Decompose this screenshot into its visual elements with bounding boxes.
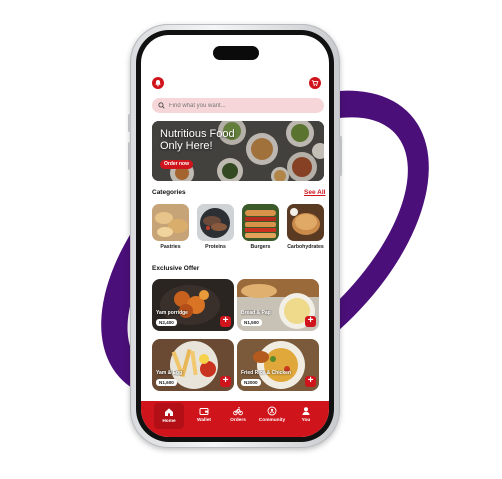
- add-to-cart-button[interactable]: +: [305, 376, 316, 387]
- category-proteins[interactable]: Proteins: [197, 204, 234, 250]
- add-to-cart-button[interactable]: +: [220, 316, 231, 327]
- order-now-button[interactable]: Order now: [160, 160, 194, 169]
- nav-label: You: [301, 418, 311, 423]
- add-to-cart-button[interactable]: +: [305, 316, 316, 327]
- category-label: Proteins: [205, 244, 226, 250]
- app-screen: Nutritious Food Only Here! Order now Cat…: [141, 35, 329, 437]
- category-label: Burgers: [250, 244, 271, 250]
- add-to-cart-button[interactable]: +: [220, 376, 231, 387]
- offer-name: Fried Rice & Chicken: [241, 370, 292, 376]
- offer-price: N1,500: [241, 319, 262, 326]
- home-icon: [165, 408, 173, 416]
- user-icon: [302, 407, 310, 415]
- offer-price: N2000: [241, 379, 261, 386]
- search-bar[interactable]: [152, 98, 324, 113]
- offer-card[interactable]: Yam porridge N2,400 +: [152, 279, 234, 331]
- pastries-image: [152, 204, 189, 241]
- dynamic-island: [213, 46, 259, 60]
- wallet-icon: [199, 408, 209, 415]
- cart-button[interactable]: [309, 77, 321, 89]
- offer-card[interactable]: Bread & Pap N1,500 +: [237, 279, 319, 331]
- carbohydrates-image: [287, 204, 324, 241]
- bottom-nav: Home Wallet Orders Community You: [141, 401, 329, 437]
- category-pastries[interactable]: Pastries: [152, 204, 189, 250]
- burgers-image: [242, 204, 279, 241]
- exclusive-offer-title: Exclusive Offer: [152, 265, 200, 272]
- categories-title: Categories: [152, 189, 186, 196]
- banner-title: Nutritious Food Only Here!: [160, 128, 235, 152]
- nav-community[interactable]: Community: [257, 401, 287, 431]
- category-burgers[interactable]: Burgers: [242, 204, 279, 250]
- nav-label: Home: [162, 419, 176, 424]
- phone-frame: Nutritious Food Only Here! Order now Cat…: [128, 24, 342, 448]
- community-icon: [267, 406, 277, 416]
- see-all-link[interactable]: See All: [304, 189, 325, 196]
- search-input[interactable]: [165, 99, 319, 112]
- offer-name: Yam & Egg: [156, 370, 183, 376]
- promo-banner[interactable]: Nutritious Food Only Here! Order now: [152, 121, 324, 181]
- offer-card[interactable]: Yam & Egg N1,600 +: [152, 339, 234, 391]
- category-carbohydrates[interactable]: Carbohydrates: [287, 204, 324, 250]
- offer-name: Bread & Pap: [241, 310, 271, 316]
- notification-button[interactable]: [152, 77, 164, 89]
- cart-icon: [311, 80, 319, 87]
- nav-label: Orders: [230, 418, 246, 423]
- bell-icon: [155, 79, 161, 87]
- category-label: Pastries: [160, 244, 181, 250]
- offer-name: Yam porridge: [156, 310, 188, 316]
- nav-wallet[interactable]: Wallet: [189, 401, 219, 431]
- offer-price: N1,600: [156, 379, 177, 386]
- offer-card[interactable]: Fried Rice & Chicken N2000 +: [237, 339, 319, 391]
- search-icon: [158, 102, 165, 109]
- offer-price: N2,400: [156, 319, 177, 326]
- nav-you[interactable]: You: [291, 401, 321, 431]
- proteins-image: [197, 204, 234, 241]
- nav-label: Community: [258, 418, 286, 423]
- nav-label: Wallet: [197, 418, 211, 423]
- nav-orders[interactable]: Orders: [223, 401, 253, 431]
- nav-home[interactable]: Home: [154, 403, 184, 429]
- bike-icon: [233, 407, 243, 416]
- category-label: Carbohydrates: [287, 244, 324, 250]
